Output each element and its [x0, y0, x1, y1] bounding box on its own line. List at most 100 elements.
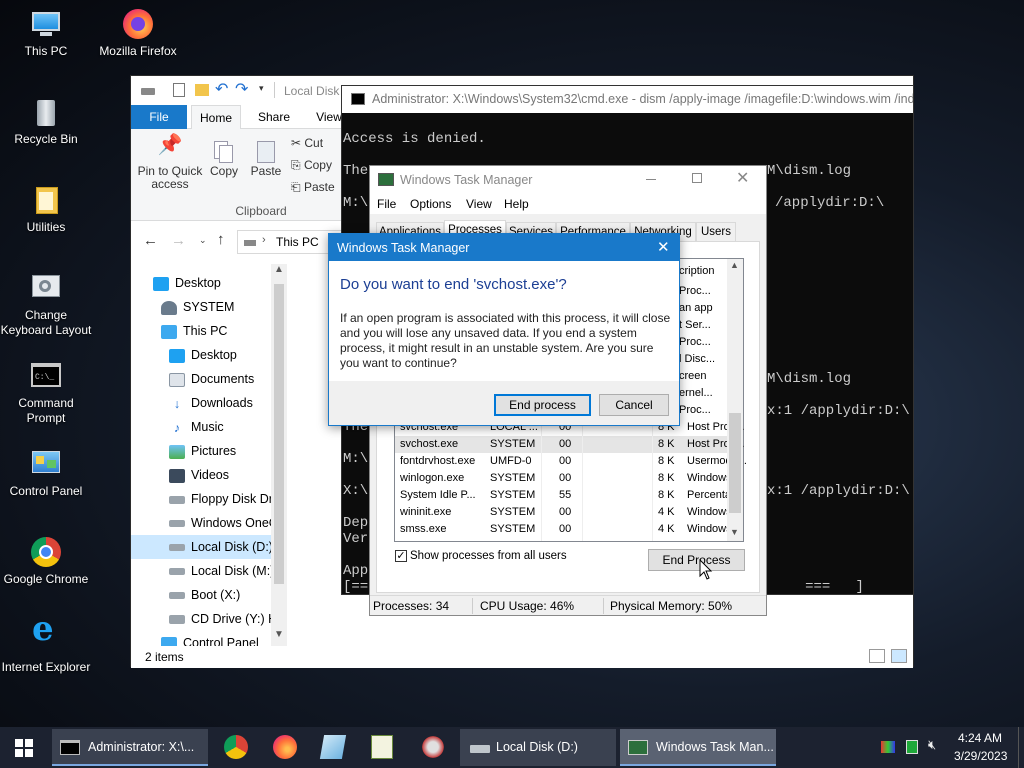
list-item[interactable]: Proc...	[679, 334, 727, 351]
tree-item-documents[interactable]: Documents	[131, 367, 254, 391]
tree-item-cd-drive[interactable]: CD Drive (Y:) H	[131, 607, 277, 631]
table-row[interactable]: fontdrvhost.exe UMFD-0 00 8 K Usermode..…	[400, 453, 747, 470]
tree-item-boot-x[interactable]: Boot (X:)	[131, 583, 240, 607]
tree-item-control-panel[interactable]: Control Panel	[131, 631, 259, 647]
column-header-description[interactable]: cription	[679, 265, 714, 277]
address-segment[interactable]: This PC	[276, 235, 319, 249]
tree-item-local-disk-d[interactable]: Local Disk (D:)	[131, 535, 287, 559]
tree-item-local-disk-m[interactable]: Local Disk (M:)	[131, 559, 274, 583]
end-process-button[interactable]: End Process	[648, 549, 745, 571]
table-row-selected[interactable]: svchost.exe SYSTEM 00 8 K Host Proc...	[395, 436, 744, 453]
list-item[interactable]: ernel...	[679, 385, 727, 402]
battery-tray-icon[interactable]	[906, 740, 918, 754]
show-all-users-checkbox[interactable]: ✓	[395, 550, 407, 562]
paste-button[interactable]: Paste	[247, 139, 285, 178]
tree-item-system[interactable]: SYSTEM	[131, 295, 234, 319]
desktop-icon-control-panel[interactable]: Control Panel	[0, 448, 92, 499]
recent-dropdown-icon[interactable]: ⌄	[199, 235, 207, 246]
tab-home[interactable]: Home	[191, 105, 241, 129]
menu-file[interactable]: File	[377, 197, 396, 211]
table-row[interactable]: System Idle P... SYSTEM 55 8 K Percenta.…	[400, 487, 740, 504]
close-icon[interactable]: ✕	[657, 238, 670, 256]
tree-item-music[interactable]: ♪ Music	[131, 415, 224, 439]
list-item[interactable]: creen	[679, 368, 727, 385]
undo-icon[interactable]: ↶	[215, 79, 228, 99]
list-item[interactable]: l Disc...	[679, 351, 727, 368]
tree-item-desktop-2[interactable]: Desktop	[131, 343, 237, 367]
desktop-icon-utilities[interactable]: Utilities	[0, 184, 92, 235]
navigation-scrollbar[interactable]: ▲ ▼	[271, 264, 287, 646]
list-item[interactable]: t Ser...	[679, 317, 727, 334]
taskbar-task-cmd[interactable]: Administrator: X:\...	[52, 729, 208, 766]
table-row[interactable]: wininit.exe SYSTEM 00 4 K Windows ...	[400, 504, 744, 521]
tree-item-windows-one[interactable]: Windows OneC	[131, 511, 278, 535]
desktop-icon-keyboard-layout[interactable]: Change Keyboard Layout	[0, 272, 92, 338]
desktop-icon-chrome[interactable]: Google Chrome	[0, 536, 92, 587]
menu-view[interactable]: View	[466, 197, 492, 211]
process-list-scrollbar[interactable]: ▲ ▼	[727, 259, 743, 541]
clock-date[interactable]: 3/29/2023	[954, 749, 1007, 763]
cancel-button[interactable]: Cancel	[599, 394, 669, 416]
new-folder-icon[interactable]	[195, 84, 209, 96]
tree-item-floppy[interactable]: Floppy Disk Dri	[131, 487, 276, 511]
color-palette-tray-icon[interactable]	[881, 741, 895, 753]
desktop-icon-internet-explorer[interactable]: e Internet Explorer	[0, 612, 92, 675]
list-item[interactable]: an app	[679, 300, 727, 317]
taskbar-task-local-disk[interactable]: Local Disk (D:)	[460, 729, 616, 766]
taskbar-task-task-manager[interactable]: Windows Task Man...	[620, 729, 776, 766]
confirm-end-process-button[interactable]: End process	[494, 394, 591, 416]
tools-taskbar-icon[interactable]	[420, 735, 446, 759]
chart-app-taskbar-icon[interactable]	[371, 735, 393, 759]
scroll-up-icon[interactable]: ▲	[730, 260, 739, 270]
tree-item-this-pc[interactable]: This PC	[131, 319, 227, 343]
firefox-taskbar-icon[interactable]	[273, 735, 297, 759]
maximize-icon[interactable]	[692, 173, 702, 183]
tab-share[interactable]: Share	[251, 105, 297, 129]
forward-icon[interactable]: →	[171, 232, 186, 249]
tree-item-desktop[interactable]: Desktop	[131, 271, 221, 295]
menu-help[interactable]: Help	[504, 197, 529, 211]
back-icon[interactable]: ←	[143, 232, 158, 249]
quick-access-dropdown-icon[interactable]: ▾	[259, 83, 264, 94]
menu-options[interactable]: Options	[410, 197, 451, 211]
scroll-thumb[interactable]	[274, 284, 284, 584]
volume-muted-icon[interactable]: 🔇︎	[928, 737, 936, 753]
dialog-titlebar[interactable]: Windows Task Manager ✕	[329, 234, 679, 261]
tree-item-pictures[interactable]: Pictures	[131, 439, 236, 463]
pin-quick-access-button[interactable]: 📌 Pin to Quick access	[137, 135, 203, 191]
desktop-icon-recycle-bin[interactable]: Recycle Bin	[0, 96, 92, 147]
up-icon[interactable]: ↑	[217, 231, 225, 248]
notepad-taskbar-icon[interactable]	[319, 735, 347, 759]
paste-shortcut-button[interactable]: ⎗ Paste	[291, 181, 335, 194]
scroll-down-icon[interactable]: ▼	[274, 629, 284, 640]
scroll-thumb[interactable]	[729, 413, 741, 513]
table-row[interactable]: winlogon.exe SYSTEM 00 8 K Windows ...	[400, 470, 744, 487]
redo-icon[interactable]: ↷	[235, 79, 248, 99]
chrome-taskbar-icon[interactable]	[224, 735, 248, 759]
large-icons-view-icon[interactable]	[891, 649, 907, 663]
copy-path-button[interactable]: ⎘ Copy	[291, 159, 335, 172]
cmd-titlebar[interactable]: Administrator: X:\Windows\System32\cmd.e…	[342, 86, 913, 113]
tree-item-downloads[interactable]: ↓ Downloads	[131, 391, 253, 415]
end-process-dialog[interactable]: Windows Task Manager ✕ Do you want to en…	[328, 233, 680, 426]
desktop-icon-command-prompt[interactable]: C:\_ Command Prompt	[0, 360, 92, 426]
tree-item-videos[interactable]: Videos	[131, 463, 229, 487]
start-button[interactable]	[0, 727, 50, 768]
desktop-icon-this-pc[interactable]: This PC	[0, 8, 92, 59]
tab-users[interactable]: Users	[696, 222, 736, 242]
tab-file[interactable]: File	[131, 105, 187, 129]
close-icon[interactable]: ✕	[736, 168, 749, 188]
show-desktop-button[interactable]	[1018, 727, 1024, 768]
cut-button[interactable]: ✂ Cut	[291, 137, 323, 150]
minimize-icon[interactable]	[646, 179, 656, 180]
desktop-icon-firefox[interactable]: Mozilla Firefox	[92, 8, 184, 59]
scroll-up-icon[interactable]: ▲	[274, 264, 284, 275]
details-view-icon[interactable]	[869, 649, 885, 663]
list-item[interactable]: Proc...	[679, 283, 727, 300]
list-item[interactable]: Proc...	[679, 402, 727, 419]
scroll-down-icon[interactable]: ▼	[730, 527, 739, 537]
navigation-pane[interactable]: Desktop SYSTEM This PC Desktop Documents…	[131, 271, 287, 647]
taskmgr-titlebar[interactable]: Windows Task Manager ✕	[370, 166, 766, 194]
clock-time[interactable]: 4:24 AM	[958, 731, 1002, 745]
copy-button[interactable]: Copy	[205, 139, 243, 178]
